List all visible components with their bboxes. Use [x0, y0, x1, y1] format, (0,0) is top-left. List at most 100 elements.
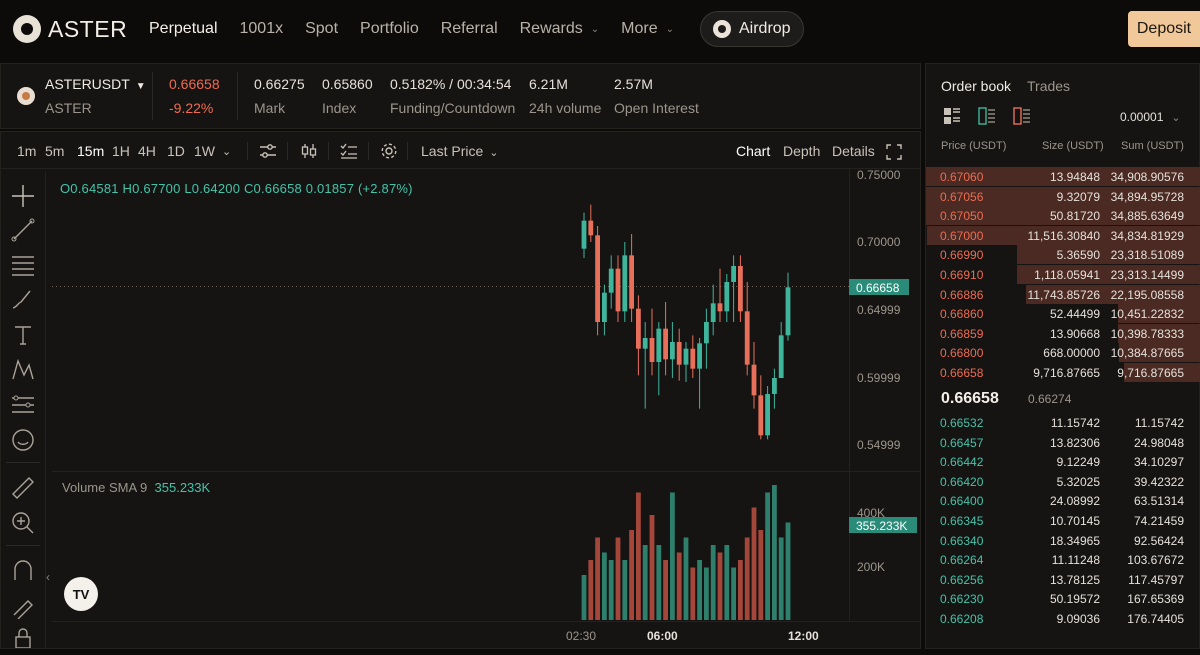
- row-price: 0.66800: [940, 346, 984, 361]
- candle-body: [581, 220, 587, 249]
- volume-legend: Volume SMA 9 355.233K: [62, 480, 210, 495]
- volume-bar: [663, 560, 668, 620]
- chevron-down-icon: ⌄: [1171, 112, 1181, 124]
- row-size: 5.32025: [1056, 474, 1100, 489]
- bid-row[interactable]: 0.66340 18.34965 92.56424: [926, 531, 1200, 550]
- candle-body: [765, 394, 770, 436]
- row-size: 5.36590: [1056, 248, 1100, 263]
- row-size: 18.34965: [1049, 533, 1100, 548]
- candle-body: [656, 328, 662, 362]
- candle-body: [738, 266, 743, 312]
- row-price: 0.67000: [940, 228, 984, 243]
- bid-row[interactable]: 0.66256 13.78125 117.45797: [926, 570, 1200, 589]
- ask-row[interactable]: 0.67060 13.94848 34,908.90576: [926, 167, 1200, 186]
- precision-select[interactable]: 0.00001 ⌄: [1120, 110, 1181, 124]
- bid-row[interactable]: 0.66345 10.70145 74.21459: [926, 511, 1200, 530]
- candle-body: [744, 311, 750, 365]
- row-price: 0.66340: [940, 533, 984, 548]
- row-size: 9.09036: [1056, 612, 1100, 626]
- bid-row[interactable]: 0.66420 5.32025 39.42322: [926, 472, 1200, 491]
- mid-price: 0.66658: [941, 390, 999, 407]
- ask-row[interactable]: 0.66658 9,716.87665 9,716.87665: [926, 363, 1200, 382]
- volume-indicator-name: Volume SMA 9: [62, 480, 148, 495]
- row-price: 0.66860: [940, 307, 984, 322]
- row-price: 0.66910: [940, 268, 984, 282]
- ask-row[interactable]: 0.67000 11,516.30840 34,834.81929: [926, 225, 1200, 245]
- bid-row[interactable]: 0.66264 11.11248 103.67672: [926, 550, 1200, 569]
- volume-bar: [676, 552, 682, 620]
- candle-body: [595, 235, 600, 322]
- row-sum: 22,195.08558: [1110, 287, 1184, 302]
- volume-bar: [649, 515, 655, 620]
- volume-bar: [622, 560, 628, 620]
- candle-body: [670, 342, 675, 360]
- row-sum: 23,313.14499: [1110, 268, 1184, 282]
- bid-row[interactable]: 0.66532 11.15742 11.15742: [926, 413, 1200, 432]
- row-sum: 117.45797: [1128, 572, 1184, 587]
- row-sum: 10,384.87665: [1110, 346, 1184, 361]
- header-size: Size (USDT): [1042, 140, 1104, 152]
- row-sum: 9,716.87665: [1117, 366, 1184, 380]
- bid-row[interactable]: 0.66457 13.82306 24.98048: [926, 433, 1200, 452]
- row-price: 0.66442: [940, 455, 984, 470]
- time-axis-border: [52, 621, 921, 622]
- ask-row[interactable]: 0.66990 5.36590 23,318.51089: [926, 245, 1200, 265]
- volume-bar: [751, 507, 757, 620]
- row-sum: 74.21459: [1133, 514, 1184, 528]
- ask-row[interactable]: 0.67056 9.32079 34,894.95728: [926, 186, 1200, 206]
- volume-bar: [785, 522, 791, 620]
- bid-row[interactable]: 0.66400 24.08992 63.51314: [926, 491, 1200, 510]
- volume-indicator-value: 355.233K: [154, 480, 211, 495]
- candle-body: [588, 220, 594, 236]
- row-size: 50.19572: [1049, 592, 1100, 607]
- tab-order-book[interactable]: Order book: [941, 78, 1011, 94]
- row-sum: 10,451.22832: [1110, 307, 1184, 322]
- candle-body: [615, 268, 621, 312]
- deposit-label: Deposit: [1136, 20, 1192, 37]
- bid-row[interactable]: 0.66208 9.09036 176.74405: [926, 609, 1200, 628]
- app-root: ASTER Perpetual 1001x Spot Portfolio Ref…: [0, 0, 1200, 655]
- volume-bar: [683, 537, 689, 620]
- candle-body: [710, 303, 716, 322]
- volume-bar: [636, 492, 641, 620]
- row-price: 0.66345: [940, 514, 984, 528]
- ask-row[interactable]: 0.67050 50.81720 34,885.63649: [926, 206, 1200, 226]
- candle-body: [731, 266, 736, 282]
- book-view-both-icon[interactable]: [943, 107, 961, 125]
- row-price: 0.67056: [940, 189, 984, 204]
- candle-body: [608, 268, 614, 293]
- candle-body: [751, 364, 757, 396]
- mark-price-orderbook: 0.66274: [1028, 392, 1072, 406]
- candle-body: [785, 287, 791, 336]
- row-size: 11,743.85726: [1027, 287, 1100, 302]
- candle-body: [772, 378, 777, 394]
- row-price: 0.66658: [940, 366, 984, 380]
- ask-row[interactable]: 0.66886 11,743.85726 22,195.08558: [926, 284, 1200, 304]
- ask-row[interactable]: 0.66910 1,118.05941 23,313.14499: [926, 265, 1200, 284]
- volume-bar: [704, 567, 709, 620]
- candle-body: [602, 292, 607, 322]
- row-price: 0.67050: [940, 209, 984, 224]
- row-size: 1,118.05941: [1034, 268, 1100, 282]
- candle-body: [622, 255, 628, 312]
- row-size: 11.11248: [1051, 553, 1100, 568]
- bid-row[interactable]: 0.66230 50.19572 167.65369: [926, 589, 1200, 608]
- deposit-button[interactable]: Deposit: [1128, 11, 1200, 47]
- book-view-bids-icon[interactable]: [978, 107, 996, 125]
- row-price: 0.66230: [940, 592, 984, 607]
- row-size: 13.82306: [1049, 435, 1100, 450]
- ask-row[interactable]: 0.66859 13.90668 10,398.78333: [926, 323, 1200, 343]
- row-size: 13.78125: [1049, 572, 1100, 587]
- ask-row[interactable]: 0.66800 668.00000 10,384.87665: [926, 343, 1200, 363]
- candle-body: [642, 338, 648, 349]
- time-tick: 12:00: [788, 629, 819, 643]
- tab-trades[interactable]: Trades: [1027, 78, 1070, 94]
- row-price: 0.66532: [940, 416, 984, 430]
- row-sum: 63.51314: [1133, 494, 1184, 509]
- bid-row[interactable]: 0.66442 9.12249 34.10297: [926, 452, 1200, 471]
- tradingview-logo-icon[interactable]: TV: [64, 577, 98, 611]
- volume-bar: [629, 530, 634, 620]
- book-view-asks-icon[interactable]: [1013, 107, 1031, 125]
- candlestick-chart[interactable]: [0, 0, 921, 655]
- ask-row[interactable]: 0.66860 52.44499 10,451.22832: [926, 304, 1200, 324]
